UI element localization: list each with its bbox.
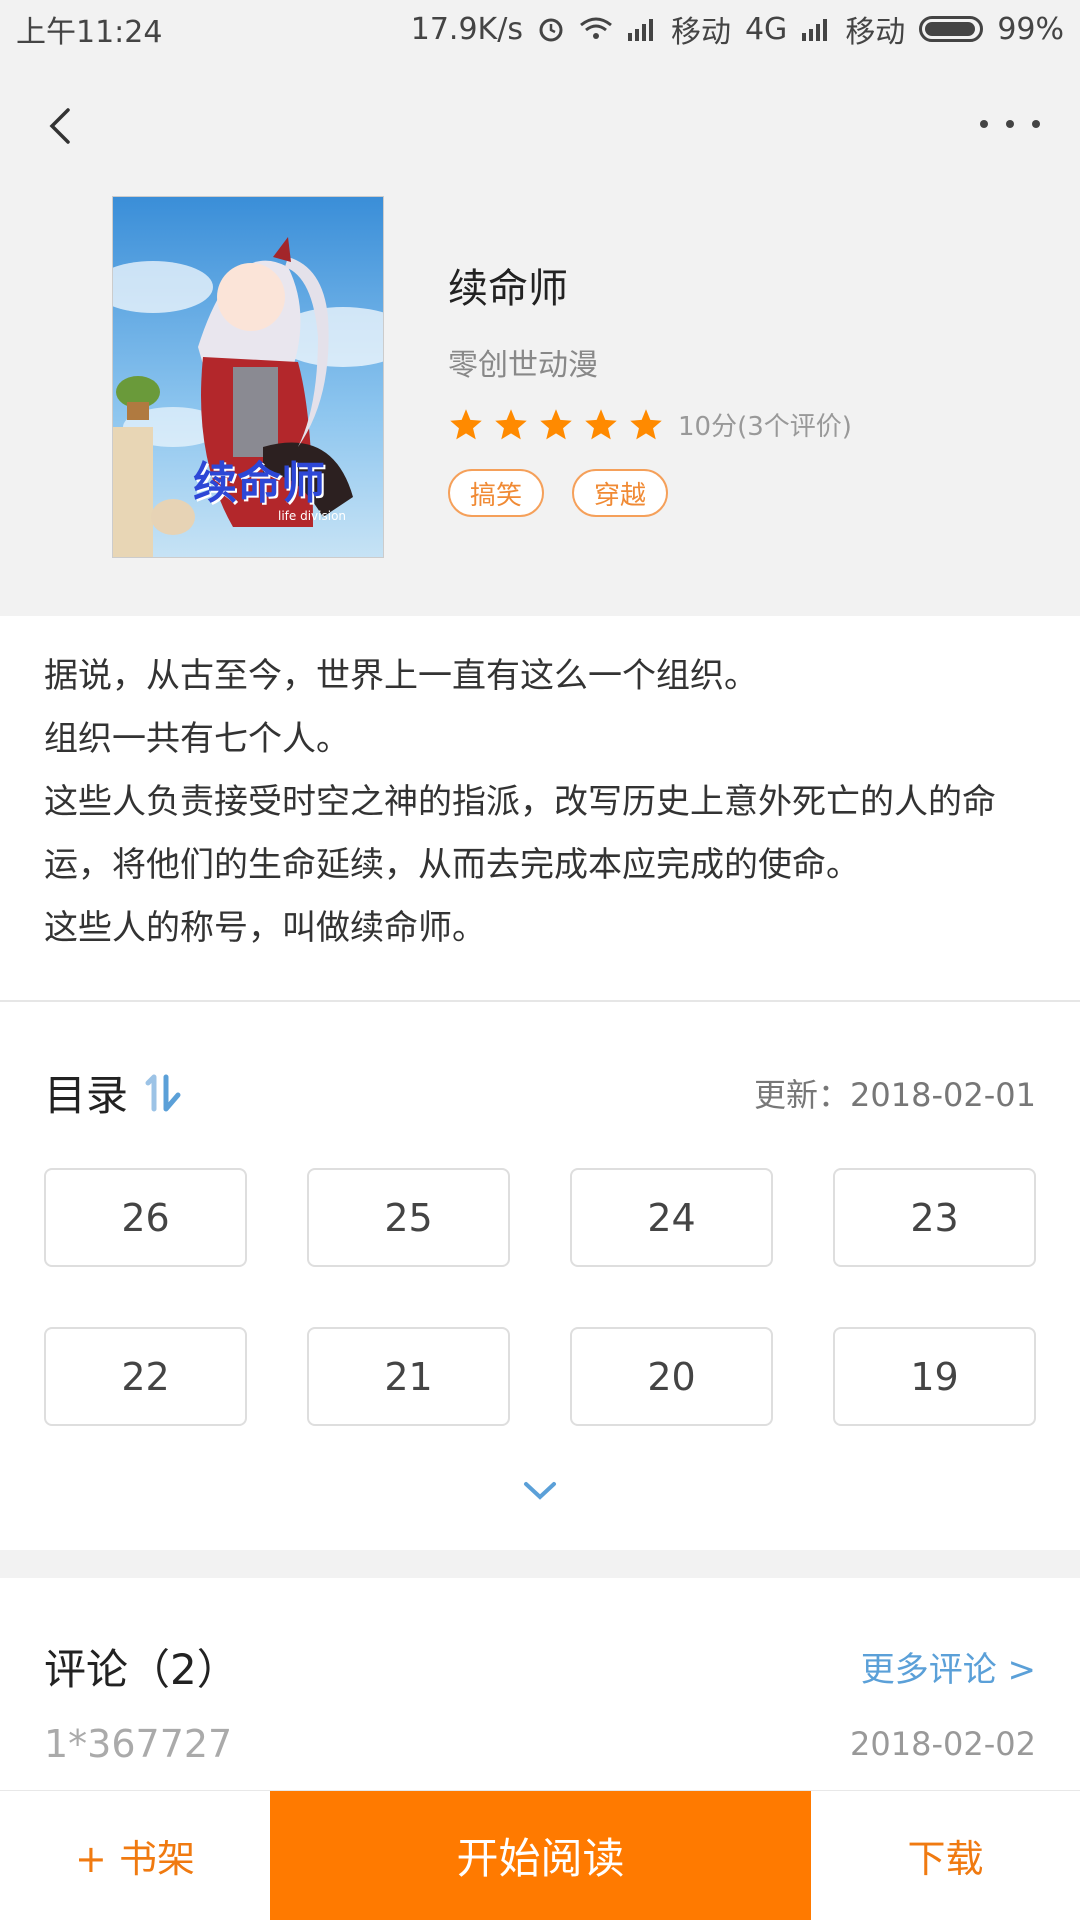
start-reading-button[interactable]: 开始阅读 bbox=[270, 1791, 811, 1920]
tag-item[interactable]: 搞笑 bbox=[448, 469, 545, 517]
star-icon bbox=[585, 408, 617, 439]
book-header: 续命师 life division 续命师 零创世动漫 10分(3个评价) 搞笑… bbox=[0, 58, 1080, 616]
star-icon bbox=[495, 408, 527, 439]
comments-header: 评论（2） 更多评论 > bbox=[44, 1636, 1036, 1697]
chapter-grid: 26 25 24 23 22 21 20 19 bbox=[44, 1168, 1037, 1426]
chapter-button[interactable]: 21 bbox=[307, 1327, 510, 1426]
chapter-button[interactable]: 20 bbox=[570, 1327, 773, 1426]
book-description: 据说，从古至今，世界上一直有这么一个组织。 组织一共有七个人。 这些人负责接受时… bbox=[44, 645, 1044, 960]
description-line: 据说，从古至今，世界上一直有这么一个组织。 bbox=[44, 656, 758, 696]
bottom-action-bar: + 书架 开始阅读 下载 bbox=[0, 1790, 1080, 1920]
catalog-title-group: 目录 bbox=[44, 1062, 186, 1123]
catalog-header: 目录 更新：2018-02-01 bbox=[44, 1062, 1036, 1123]
chapter-button[interactable]: 26 bbox=[44, 1168, 247, 1267]
cover-subtitle: life division bbox=[278, 509, 347, 523]
divider bbox=[0, 1000, 1080, 1002]
cover-title: 续命师 bbox=[193, 458, 325, 509]
rating-text: 10分(3个评价) bbox=[678, 412, 852, 442]
carrier-label-2: 移动 bbox=[845, 15, 906, 50]
star-icon bbox=[630, 408, 662, 439]
status-bar: 上午11:24 17.9K/s 移动 4G 移动 99% bbox=[0, 0, 1080, 58]
wifi-icon bbox=[579, 16, 613, 42]
sort-order-icon[interactable] bbox=[142, 1073, 186, 1113]
chapter-button[interactable]: 24 bbox=[570, 1168, 773, 1267]
more-options-button[interactable] bbox=[980, 104, 1040, 144]
comment-date: 2018-02-02 bbox=[850, 1725, 1036, 1763]
catalog-title: 目录 bbox=[44, 1071, 129, 1120]
description-line: 组织一共有七个人。 bbox=[44, 719, 350, 759]
battery-icon bbox=[919, 16, 984, 42]
book-author[interactable]: 零创世动漫 bbox=[448, 340, 1048, 384]
chapter-button[interactable]: 25 bbox=[307, 1168, 510, 1267]
net-speed: 17.9K/s bbox=[410, 11, 523, 47]
signal-icon bbox=[627, 17, 657, 41]
more-dot-icon bbox=[1006, 120, 1014, 128]
tag-item[interactable]: 穿越 bbox=[572, 469, 669, 517]
more-dot-icon bbox=[1032, 120, 1040, 128]
signal-icon-2 bbox=[801, 17, 831, 41]
carrier-label-1: 移动 bbox=[670, 15, 731, 50]
section-separator bbox=[0, 1550, 1080, 1578]
description-line: 这些人的称号，叫做续命师。 bbox=[44, 908, 486, 948]
chapter-button[interactable]: 22 bbox=[44, 1327, 247, 1426]
chapter-button[interactable]: 19 bbox=[833, 1327, 1036, 1426]
book-title: 续命师 bbox=[448, 266, 568, 312]
chevron-down-icon bbox=[524, 1482, 556, 1500]
rating-row: 10分(3个评价) bbox=[448, 406, 1048, 443]
description-line: 这些人负责接受时空之神的指派，改写历史上意外死亡的人的命运，将他们的生命延续，从… bbox=[44, 782, 996, 885]
book-cover[interactable]: 续命师 life division bbox=[112, 196, 384, 558]
chapter-button[interactable]: 23 bbox=[833, 1168, 1036, 1267]
battery-level: 99% bbox=[997, 11, 1064, 47]
network-type: 4G bbox=[744, 11, 788, 47]
star-icon bbox=[450, 408, 482, 439]
back-button[interactable] bbox=[40, 96, 80, 156]
expand-catalog-button[interactable] bbox=[520, 1476, 560, 1506]
download-button[interactable]: 下载 bbox=[811, 1791, 1080, 1920]
comment-item: 1*367727 2018-02-02 bbox=[44, 1722, 1036, 1766]
add-to-shelf-button[interactable]: + 书架 bbox=[0, 1791, 270, 1920]
tag-list: 搞笑 穿越 bbox=[448, 469, 1048, 517]
comment-username: 1*367727 bbox=[44, 1722, 233, 1766]
back-arrow-icon bbox=[49, 108, 70, 144]
star-icon bbox=[540, 408, 572, 439]
update-date: 更新：2018-02-01 bbox=[754, 1075, 1036, 1114]
rating-stars bbox=[448, 407, 664, 443]
status-icons: 17.9K/s 移动 4G 移动 99% bbox=[411, 7, 1064, 51]
book-info: 续命师 零创世动漫 10分(3个评价) 搞笑 穿越 bbox=[448, 256, 1048, 517]
more-dot-icon bbox=[980, 120, 988, 128]
more-comments-link[interactable]: 更多评论 > bbox=[861, 1642, 1036, 1691]
alarm-icon bbox=[537, 15, 565, 43]
comments-title: 评论（2） bbox=[44, 1645, 239, 1694]
status-time: 上午11:24 bbox=[16, 15, 163, 50]
